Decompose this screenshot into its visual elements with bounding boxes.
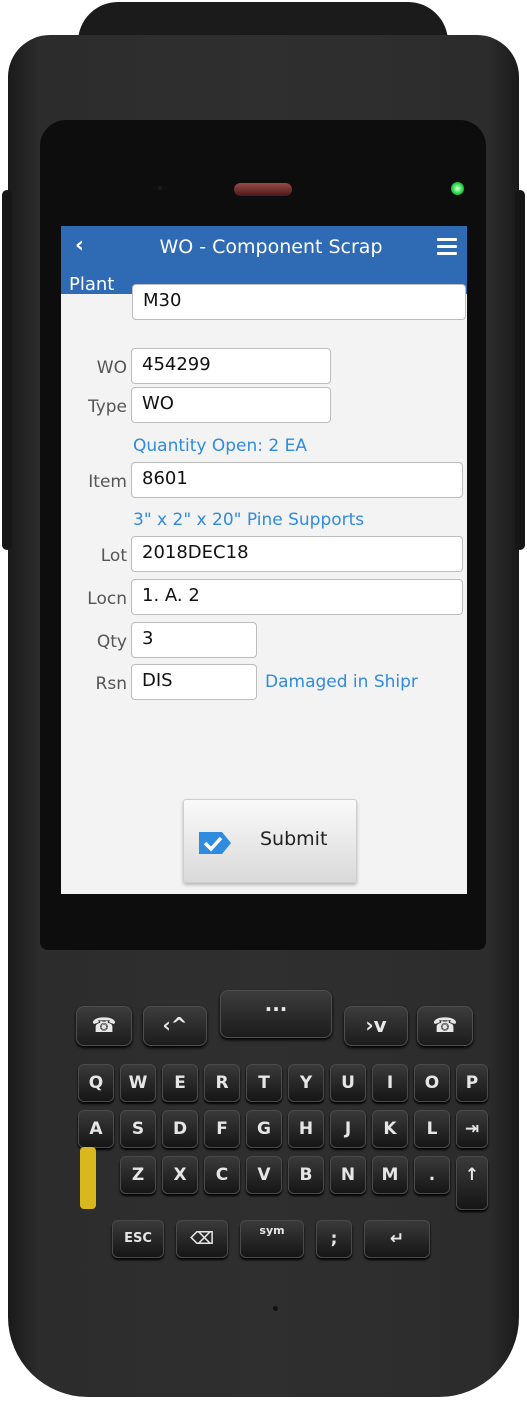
- item-label: Item: [88, 472, 127, 492]
- left-up-nav-key[interactable]: ‹^: [143, 1006, 207, 1046]
- key-t[interactable]: T: [246, 1064, 282, 1102]
- end-call-key[interactable]: ☎: [417, 1006, 473, 1046]
- key-q[interactable]: Q: [78, 1064, 114, 1102]
- plant-input[interactable]: M30: [132, 284, 466, 320]
- locn-label: Locn: [87, 589, 127, 609]
- key-e[interactable]: E: [162, 1064, 198, 1102]
- key-period[interactable]: .: [414, 1156, 450, 1194]
- qty-input[interactable]: 3: [131, 622, 257, 658]
- locn-input[interactable]: 1. A. 2: [131, 579, 463, 615]
- key-shift[interactable]: ↑: [456, 1156, 488, 1210]
- key-i[interactable]: I: [372, 1064, 408, 1102]
- key-esc[interactable]: ESC: [112, 1220, 164, 1258]
- center-scan-key[interactable]: ···: [220, 990, 332, 1038]
- earpiece-speaker: [234, 183, 292, 196]
- rsn-input[interactable]: DIS: [131, 664, 257, 700]
- qty-label: Qty: [96, 632, 127, 652]
- key-b[interactable]: B: [288, 1156, 324, 1194]
- device-side-button-left: [2, 190, 12, 550]
- key-f[interactable]: F: [204, 1110, 240, 1148]
- function-key-yellow[interactable]: [80, 1147, 96, 1209]
- key-n[interactable]: N: [330, 1156, 366, 1194]
- key-c[interactable]: C: [204, 1156, 240, 1194]
- device-side-button-right: [515, 190, 525, 550]
- key-tab[interactable]: ⇥: [456, 1110, 488, 1148]
- lot-input[interactable]: 2018DEC18: [131, 536, 463, 572]
- right-down-nav-key[interactable]: ›v: [344, 1006, 408, 1046]
- key-s[interactable]: S: [120, 1110, 156, 1148]
- checkmark-icon: [199, 832, 231, 854]
- item-input[interactable]: 8601: [131, 462, 463, 498]
- key-w[interactable]: W: [120, 1064, 156, 1102]
- hamburger-menu-icon[interactable]: [437, 238, 457, 255]
- submit-label: Submit: [260, 828, 328, 850]
- page-title: WO - Component Scrap: [159, 236, 383, 258]
- key-z[interactable]: Z: [120, 1156, 156, 1194]
- type-label: Type: [87, 397, 127, 417]
- item-description: 3" x 2" x 20" Pine Supports: [133, 510, 365, 530]
- backspace-icon[interactable]: ⌫: [176, 1220, 228, 1258]
- key-k[interactable]: K: [372, 1110, 408, 1148]
- key-p[interactable]: P: [456, 1064, 488, 1102]
- key-h[interactable]: H: [288, 1110, 324, 1148]
- key-l[interactable]: L: [414, 1110, 450, 1148]
- key-r[interactable]: R: [204, 1064, 240, 1102]
- app-screen: ‹ WO - Component Scrap Plant M30 WO 4542…: [61, 226, 467, 894]
- lot-label: Lot: [100, 546, 127, 566]
- key-g[interactable]: G: [246, 1110, 282, 1148]
- submit-button[interactable]: Submit: [183, 799, 357, 883]
- wo-input[interactable]: 454299: [131, 348, 331, 384]
- key-y[interactable]: Y: [288, 1064, 324, 1102]
- enter-icon[interactable]: ↵: [364, 1220, 430, 1258]
- title-bar: ‹ WO - Component Scrap: [61, 226, 467, 266]
- key-j[interactable]: J: [330, 1110, 366, 1148]
- bottom-mic: [273, 1306, 278, 1311]
- quantity-open-text: Quantity Open: 2 EA: [133, 436, 307, 456]
- key-x[interactable]: X: [162, 1156, 198, 1194]
- key-a[interactable]: A: [78, 1110, 114, 1148]
- key-d[interactable]: D: [162, 1110, 198, 1148]
- plant-label: Plant: [69, 274, 115, 295]
- key-sym-space[interactable]: sym: [240, 1220, 304, 1258]
- type-input[interactable]: WO: [131, 387, 331, 423]
- rsn-label: Rsn: [95, 674, 127, 694]
- front-sensor: [158, 186, 162, 190]
- key-v[interactable]: V: [246, 1156, 282, 1194]
- call-key[interactable]: ☎: [76, 1006, 132, 1046]
- key-u[interactable]: U: [330, 1064, 366, 1102]
- key-m[interactable]: M: [372, 1156, 408, 1194]
- key-o[interactable]: O: [414, 1064, 450, 1102]
- status-led: [451, 182, 464, 195]
- rsn-description: Damaged in Shipr: [265, 672, 418, 692]
- wo-label: WO: [96, 358, 127, 378]
- key-semicolon[interactable]: ;: [316, 1220, 352, 1258]
- chevron-left-icon[interactable]: ‹: [75, 235, 93, 257]
